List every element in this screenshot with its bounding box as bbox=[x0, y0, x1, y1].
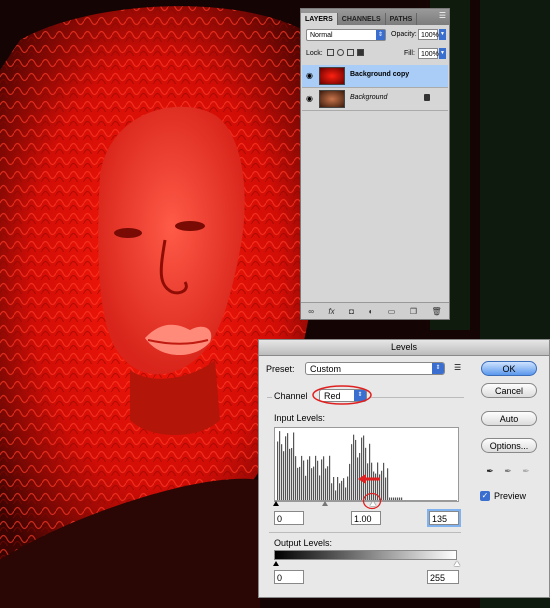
mask-icon[interactable]: ◘ bbox=[349, 307, 354, 316]
output-black-field[interactable]: 0 bbox=[274, 570, 304, 584]
fill-stepper-icon[interactable]: ▼ bbox=[439, 48, 446, 59]
panel-menu-icon[interactable]: ☰ bbox=[439, 11, 446, 20]
input-levels-label: Input Levels: bbox=[274, 413, 326, 423]
lock-options bbox=[327, 49, 367, 56]
chevron-updown-icon: ⇕ bbox=[376, 30, 385, 40]
preset-select[interactable]: Custom ⇕ bbox=[305, 362, 445, 375]
preset-label: Preset: bbox=[266, 364, 295, 374]
levels-dialog: Levels Preset: Custom ⇕ ☰ Channel Red ⇕ … bbox=[258, 339, 550, 598]
tab-layers[interactable]: LAYERS bbox=[301, 13, 338, 25]
layer-thumbnail bbox=[319, 67, 345, 85]
gray-eyedropper-icon[interactable]: ✒ bbox=[503, 465, 513, 477]
chevron-updown-icon: ⇕ bbox=[432, 363, 444, 374]
tab-channels[interactable]: CHANNELS bbox=[338, 13, 386, 25]
preset-value: Custom bbox=[310, 364, 342, 374]
layer-row-background-copy[interactable]: ◉ Background copy bbox=[302, 65, 448, 88]
layers-panel: LAYERS CHANNELS PATHS ☰ Normal ⇕ Opacity… bbox=[300, 8, 450, 320]
output-black-slider[interactable] bbox=[273, 561, 279, 566]
output-gradient-bar bbox=[274, 550, 457, 560]
visibility-eye-icon[interactable]: ◉ bbox=[305, 71, 314, 80]
layer-thumbnail bbox=[319, 90, 345, 108]
trash-icon[interactable]: 🗑 bbox=[432, 307, 442, 316]
auto-button[interactable]: Auto bbox=[481, 411, 537, 426]
dialog-title: Levels bbox=[259, 340, 549, 356]
input-gamma-field[interactable]: 1.00 bbox=[351, 511, 381, 525]
group-border-right bbox=[371, 397, 464, 398]
cancel-button[interactable]: Cancel bbox=[481, 383, 537, 398]
annotation-arrow bbox=[358, 474, 380, 484]
white-eyedropper-icon[interactable]: ✒ bbox=[521, 465, 531, 477]
output-white-slider[interactable] bbox=[454, 561, 460, 566]
fill-field[interactable]: 100% bbox=[418, 48, 439, 59]
blend-mode-value: Normal bbox=[310, 32, 333, 39]
group-border-left bbox=[267, 397, 272, 398]
lock-label: Lock: bbox=[306, 50, 323, 57]
preview-label: Preview bbox=[494, 491, 527, 501]
opacity-stepper-icon[interactable]: ▼ bbox=[439, 29, 446, 40]
options-button[interactable]: Options... bbox=[481, 438, 537, 453]
panel-tab-bar: LAYERS CHANNELS PATHS ☰ bbox=[301, 9, 449, 25]
channel-label: Channel bbox=[274, 391, 308, 401]
new-layer-icon[interactable]: ❐ bbox=[410, 307, 417, 316]
tab-paths[interactable]: PATHS bbox=[386, 13, 418, 25]
annotation-circle-slider bbox=[362, 492, 382, 510]
link-icon[interactable]: ∞ bbox=[308, 307, 314, 316]
folder-icon[interactable]: ▭ bbox=[388, 307, 396, 316]
fill-label: Fill: bbox=[404, 50, 415, 57]
annotation-circle-channel bbox=[312, 385, 372, 405]
layer-row-background[interactable]: ◉ Background bbox=[302, 88, 448, 111]
divider bbox=[269, 532, 461, 533]
opacity-field[interactable]: 100% bbox=[418, 29, 439, 40]
lock-position-icon[interactable] bbox=[347, 49, 354, 56]
lock-icon bbox=[424, 94, 430, 101]
adjustment-icon[interactable]: ◐ bbox=[368, 307, 373, 316]
black-point-slider[interactable] bbox=[273, 501, 279, 506]
layers-footer: ∞ fx ◘ ◐ ▭ ❐ 🗑 bbox=[301, 302, 449, 319]
preset-options-icon[interactable]: ☰ bbox=[454, 363, 461, 372]
layer-name: Background copy bbox=[350, 71, 410, 78]
gamma-slider[interactable] bbox=[322, 501, 328, 506]
input-white-field[interactable]: 135 bbox=[427, 509, 461, 527]
ok-button[interactable]: OK bbox=[481, 361, 537, 376]
histogram bbox=[274, 427, 459, 502]
lock-image-icon[interactable] bbox=[337, 49, 344, 56]
fx-icon[interactable]: fx bbox=[328, 307, 334, 316]
output-white-field[interactable]: 255 bbox=[427, 570, 459, 584]
visibility-eye-icon[interactable]: ◉ bbox=[305, 94, 314, 103]
output-levels-label: Output Levels: bbox=[274, 538, 333, 548]
lock-all-icon[interactable] bbox=[357, 49, 364, 56]
preview-checkbox[interactable]: ✓ bbox=[480, 491, 490, 501]
black-eyedropper-icon[interactable]: ✒ bbox=[485, 465, 495, 477]
layer-name: Background bbox=[350, 94, 388, 101]
lock-transparent-icon[interactable] bbox=[327, 49, 334, 56]
input-black-field[interactable]: 0 bbox=[274, 511, 304, 525]
opacity-label: Opacity: bbox=[391, 31, 417, 38]
blend-mode-select[interactable]: Normal ⇕ bbox=[306, 29, 386, 41]
